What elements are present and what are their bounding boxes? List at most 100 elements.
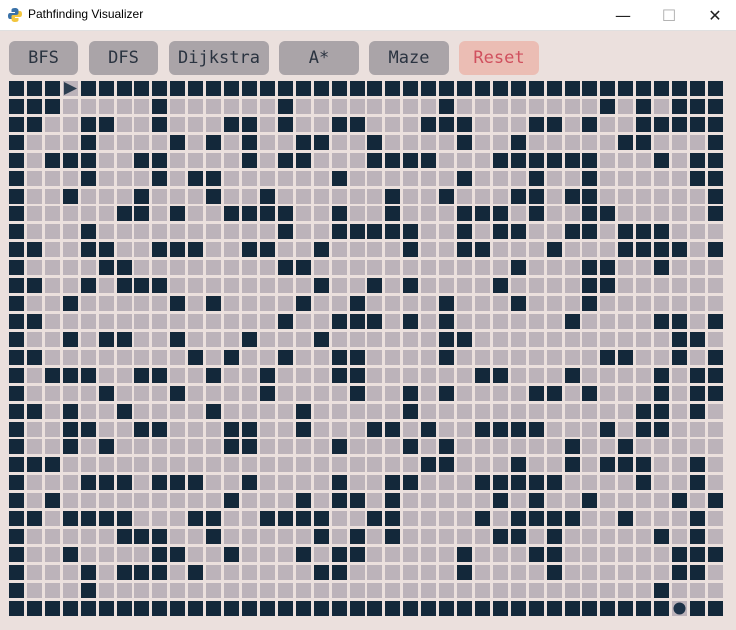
open-cell[interactable] xyxy=(116,493,132,509)
open-cell[interactable] xyxy=(707,260,723,276)
open-cell[interactable] xyxy=(457,98,472,114)
open-cell[interactable] xyxy=(421,367,437,383)
open-cell[interactable] xyxy=(403,511,419,527)
wall-cell[interactable] xyxy=(26,403,42,419)
open-cell[interactable] xyxy=(492,98,508,114)
wall-cell[interactable] xyxy=(636,421,652,437)
open-cell[interactable] xyxy=(313,349,329,365)
wall-cell[interactable] xyxy=(690,511,705,527)
wall-cell[interactable] xyxy=(224,206,239,222)
open-cell[interactable] xyxy=(313,170,329,186)
wall-cell[interactable] xyxy=(9,546,24,562)
open-cell[interactable] xyxy=(707,529,723,544)
wall-cell[interactable] xyxy=(26,349,42,365)
open-cell[interactable] xyxy=(582,511,598,527)
open-cell[interactable] xyxy=(331,529,347,544)
open-cell[interactable] xyxy=(367,367,383,383)
open-cell[interactable] xyxy=(367,206,383,222)
wall-cell[interactable] xyxy=(259,206,275,222)
open-cell[interactable] xyxy=(690,349,705,365)
open-cell[interactable] xyxy=(421,546,437,562)
wall-cell[interactable] xyxy=(331,349,347,365)
open-cell[interactable] xyxy=(134,116,150,132)
wall-cell[interactable] xyxy=(80,116,96,132)
open-cell[interactable] xyxy=(295,116,311,132)
open-cell[interactable] xyxy=(421,403,437,419)
open-cell[interactable] xyxy=(116,134,132,150)
open-cell[interactable] xyxy=(474,188,490,204)
open-cell[interactable] xyxy=(707,564,723,580)
open-cell[interactable] xyxy=(600,475,616,491)
open-cell[interactable] xyxy=(457,439,472,455)
open-cell[interactable] xyxy=(188,367,204,383)
open-cell[interactable] xyxy=(421,98,437,114)
wall-cell[interactable] xyxy=(654,403,670,419)
wall-cell[interactable] xyxy=(188,600,204,616)
wall-cell[interactable] xyxy=(98,385,114,401)
open-cell[interactable] xyxy=(528,529,544,544)
open-cell[interactable] xyxy=(636,296,652,311)
wall-cell[interactable] xyxy=(528,511,544,527)
open-cell[interactable] xyxy=(546,188,562,204)
wall-cell[interactable] xyxy=(367,152,383,168)
open-cell[interactable] xyxy=(474,385,490,401)
open-cell[interactable] xyxy=(313,152,329,168)
open-cell[interactable] xyxy=(98,546,114,562)
wall-cell[interactable] xyxy=(44,98,60,114)
open-cell[interactable] xyxy=(367,457,383,473)
wall-cell[interactable] xyxy=(170,206,186,222)
wall-cell[interactable] xyxy=(295,511,311,527)
open-cell[interactable] xyxy=(26,546,42,562)
wall-cell[interactable] xyxy=(259,385,275,401)
wall-cell[interactable] xyxy=(582,188,598,204)
open-cell[interactable] xyxy=(206,206,222,222)
open-cell[interactable] xyxy=(439,367,455,383)
wall-cell[interactable] xyxy=(492,81,508,96)
open-cell[interactable] xyxy=(26,188,42,204)
open-cell[interactable] xyxy=(349,564,365,580)
wall-cell[interactable] xyxy=(474,81,490,96)
open-cell[interactable] xyxy=(259,457,275,473)
open-cell[interactable] xyxy=(224,224,239,240)
open-cell[interactable] xyxy=(259,314,275,329)
open-cell[interactable] xyxy=(242,349,257,365)
open-cell[interactable] xyxy=(116,98,132,114)
open-cell[interactable] xyxy=(277,134,293,150)
wall-cell[interactable] xyxy=(385,81,401,96)
wall-cell[interactable] xyxy=(9,296,24,311)
open-cell[interactable] xyxy=(636,511,652,527)
open-cell[interactable] xyxy=(582,457,598,473)
open-cell[interactable] xyxy=(457,188,472,204)
wall-cell[interactable] xyxy=(9,188,24,204)
wall-cell[interactable] xyxy=(349,367,365,383)
wall-cell[interactable] xyxy=(62,421,78,437)
wall-cell[interactable] xyxy=(672,564,687,580)
open-cell[interactable] xyxy=(421,511,437,527)
open-cell[interactable] xyxy=(242,98,257,114)
wall-cell[interactable] xyxy=(439,81,455,96)
open-cell[interactable] xyxy=(188,493,204,509)
wall-cell[interactable] xyxy=(707,349,723,365)
open-cell[interactable] xyxy=(546,349,562,365)
open-cell[interactable] xyxy=(62,349,78,365)
wall-cell[interactable] xyxy=(582,278,598,294)
open-cell[interactable] xyxy=(546,582,562,598)
open-cell[interactable] xyxy=(259,493,275,509)
wall-cell[interactable] xyxy=(690,457,705,473)
wall-cell[interactable] xyxy=(152,367,168,383)
wall-cell[interactable] xyxy=(9,600,24,616)
open-cell[interactable] xyxy=(618,188,634,204)
open-cell[interactable] xyxy=(546,403,562,419)
open-cell[interactable] xyxy=(152,206,168,222)
wall-cell[interactable] xyxy=(492,206,508,222)
open-cell[interactable] xyxy=(313,582,329,598)
wall-cell[interactable] xyxy=(403,152,419,168)
open-cell[interactable] xyxy=(44,134,60,150)
open-cell[interactable] xyxy=(98,493,114,509)
open-cell[interactable] xyxy=(690,296,705,311)
wall-cell[interactable] xyxy=(439,331,455,347)
open-cell[interactable] xyxy=(44,331,60,347)
wall-cell[interactable] xyxy=(403,403,419,419)
open-cell[interactable] xyxy=(331,331,347,347)
open-cell[interactable] xyxy=(206,385,222,401)
